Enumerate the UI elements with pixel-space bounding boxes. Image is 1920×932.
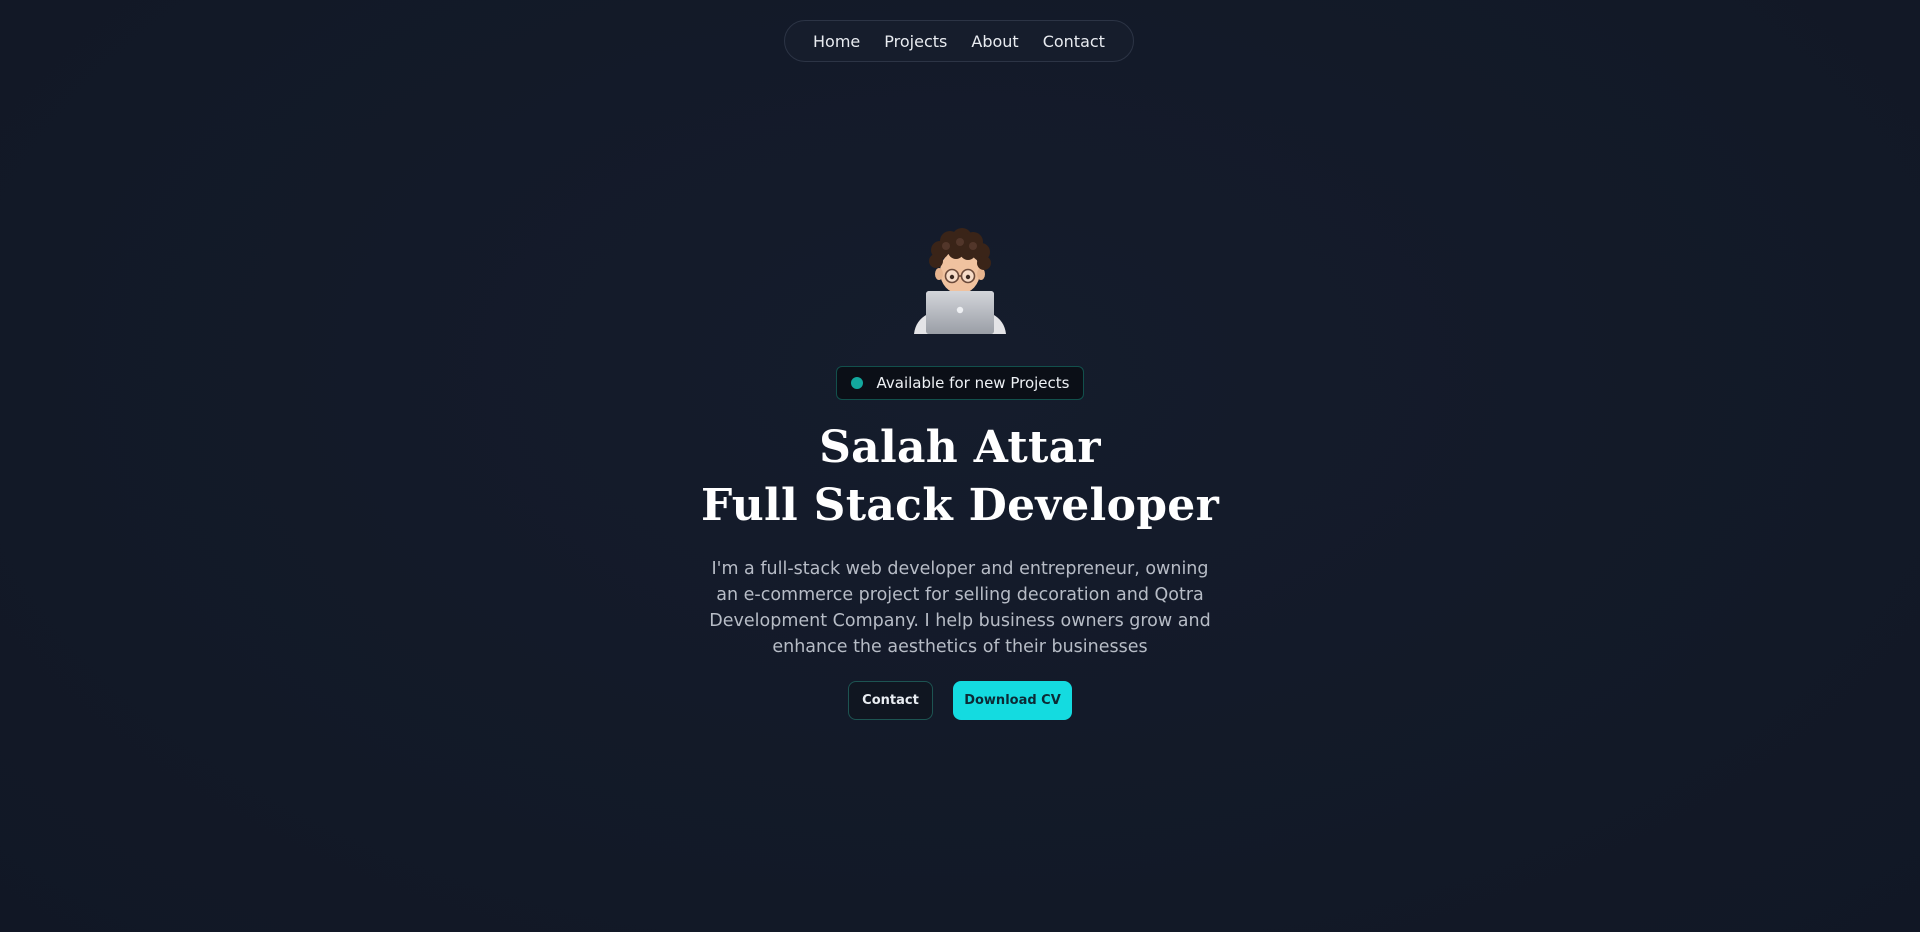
download-cv-button[interactable]: Download CV <box>953 681 1072 720</box>
hero-name-heading: Salah Attar <box>819 422 1101 473</box>
status-dot-icon <box>850 377 863 389</box>
contact-button[interactable]: Contact <box>848 681 933 720</box>
nav-contact-link[interactable]: Contact <box>1043 32 1105 51</box>
hero-role-heading: Full Stack Developer <box>700 480 1220 531</box>
hero-description: I'm a full-stack web developer and entre… <box>709 559 1211 657</box>
top-navigation: Home Projects About Contact <box>784 20 1134 62</box>
availability-text: Available for new Projects <box>876 374 1070 392</box>
page: Home Projects About Contact Available fo… <box>0 0 1920 932</box>
nav-about-link[interactable]: About <box>971 32 1018 51</box>
avatar-memoji-icon <box>914 228 1006 334</box>
nav-projects-link[interactable]: Projects <box>884 32 947 51</box>
nav-home-link[interactable]: Home <box>813 32 860 51</box>
availability-badge: Available for new Projects <box>836 366 1084 400</box>
